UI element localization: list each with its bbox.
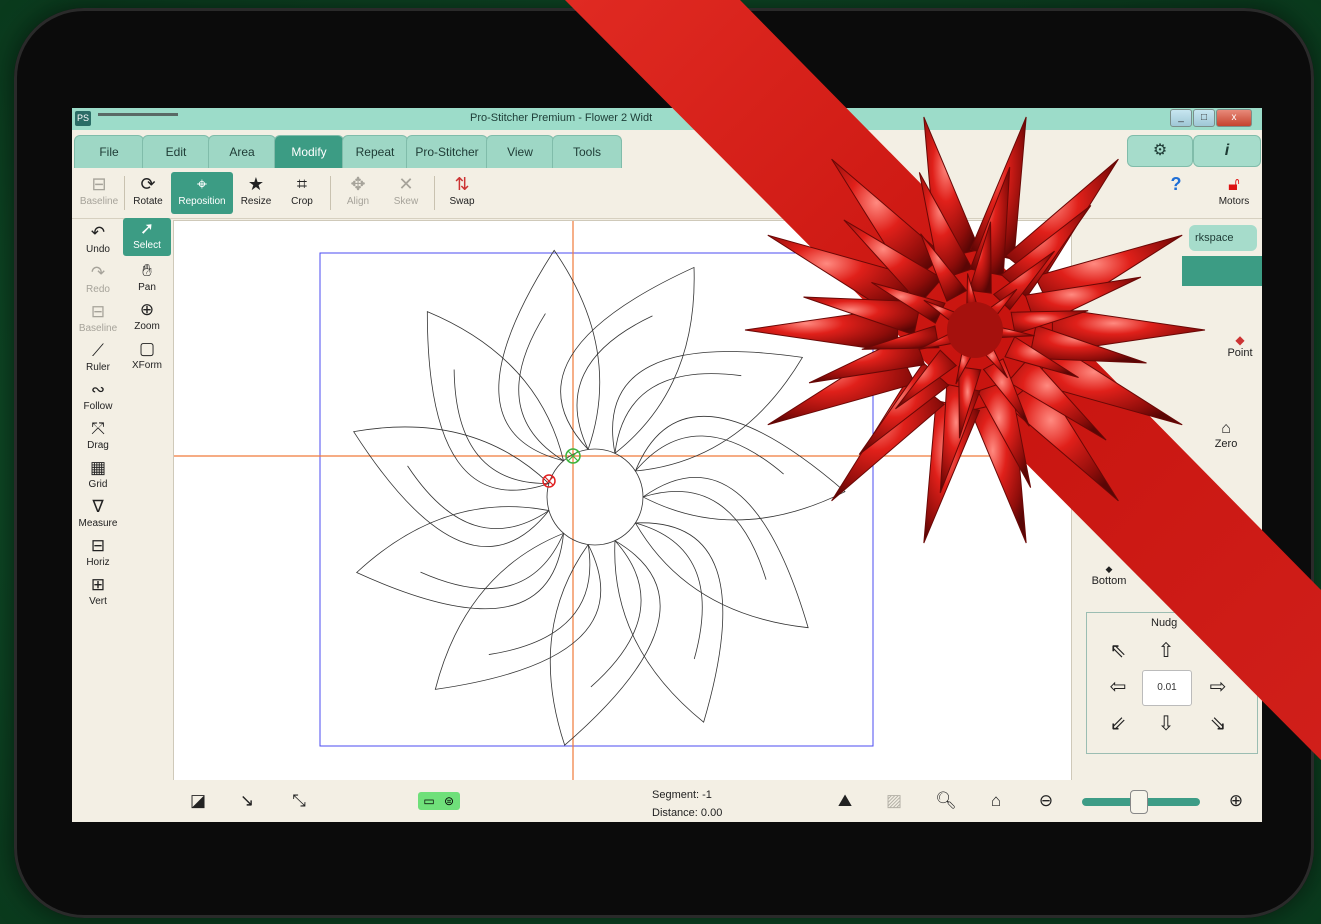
- bow-center: [947, 302, 1003, 358]
- gift-ribbon-overlay: [565, 0, 1321, 760]
